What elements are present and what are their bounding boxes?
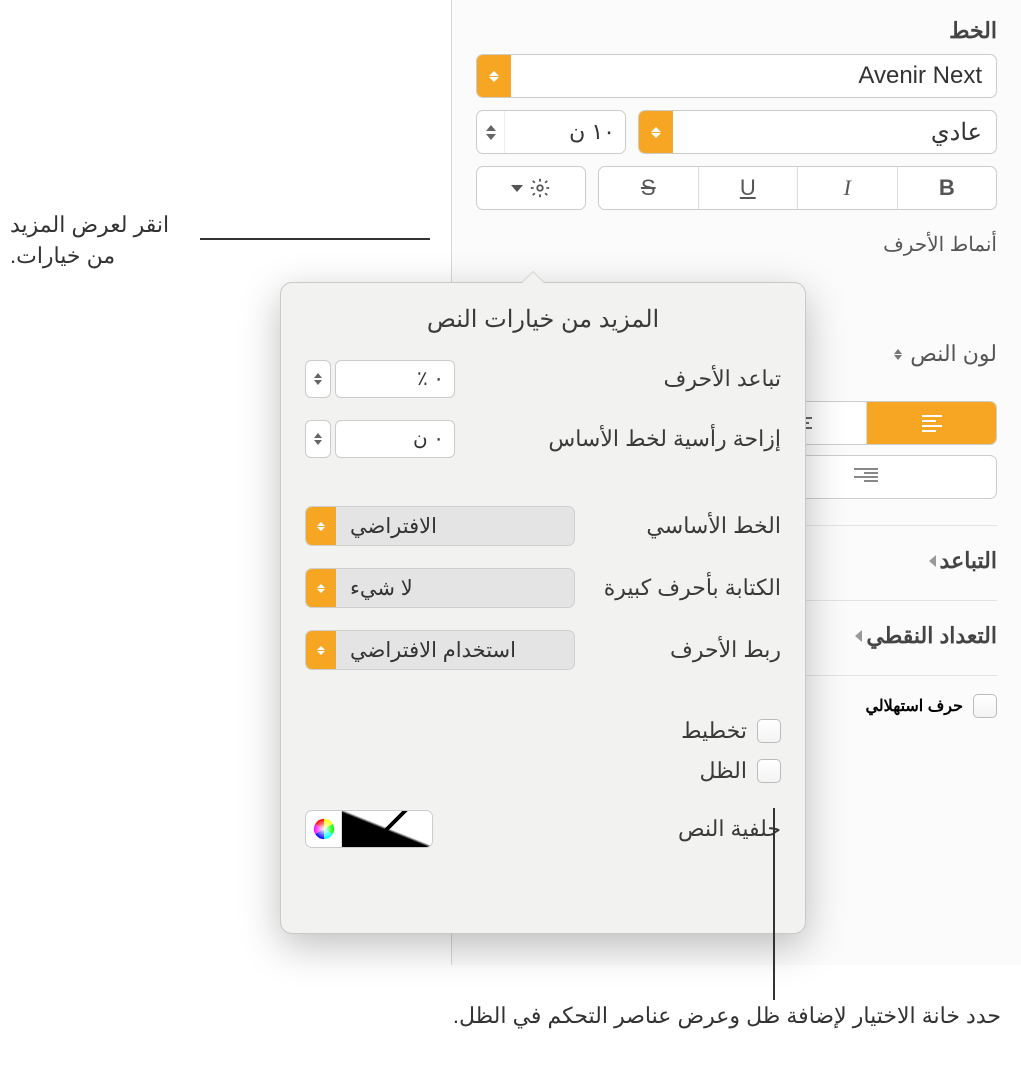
- dropdown-arrows-icon: [477, 55, 511, 97]
- callout-gear-text: انقر لعرض المزيد من خيارات.: [10, 210, 200, 272]
- dropdown-arrows-icon: [306, 631, 336, 669]
- caps-label: الكتابة بأحرف كبيرة: [604, 575, 781, 601]
- baseline-value: الافتراضي: [336, 514, 574, 539]
- font-weight-dropdown[interactable]: عادي: [638, 110, 997, 154]
- baseline-shift-label: إزاحة رأسية لخط الأساس: [548, 426, 781, 452]
- dropdown-arrows-icon: [639, 111, 673, 153]
- stepper-icon[interactable]: [305, 420, 331, 458]
- chevron-left-icon: [855, 630, 862, 642]
- font-weight-value: عادي: [673, 118, 996, 147]
- outline-checkbox[interactable]: [757, 719, 781, 743]
- ligatures-select[interactable]: استخدام الافتراضي: [305, 630, 575, 670]
- baseline-shift-value: ٠ ن: [335, 420, 455, 458]
- chevron-left-icon: [929, 555, 936, 567]
- chevron-down-icon: [511, 185, 523, 192]
- character-styles-label: أنماط الأحرف: [476, 232, 997, 257]
- callout-shadow-text: حدد خانة الاختيار لإضافة ظل وعرض عناصر ا…: [441, 1000, 1001, 1032]
- italic-button[interactable]: I: [797, 167, 897, 209]
- font-family-dropdown[interactable]: Avenir Next: [476, 54, 997, 98]
- color-swatch: [342, 811, 432, 847]
- ligatures-label: ربط الأحرف: [670, 637, 781, 663]
- stepper-icon[interactable]: [305, 360, 331, 398]
- dropdown-arrows-icon: [306, 507, 336, 545]
- align-right-button[interactable]: [866, 402, 996, 444]
- char-spacing-value: ٠ ٪: [335, 360, 455, 398]
- callout-leader-line: [773, 808, 775, 1000]
- text-background-label: خلفية النص: [678, 816, 781, 842]
- font-family-value: Avenir Next: [511, 62, 996, 90]
- underline-button[interactable]: U: [698, 167, 798, 209]
- shadow-row: الظل: [305, 758, 781, 784]
- ligatures-value: استخدام الافتراضي: [336, 638, 574, 663]
- char-spacing-field[interactable]: ٠ ٪: [305, 360, 455, 398]
- stepper-icon[interactable]: [894, 349, 902, 360]
- more-text-options-popover: المزيد من خيارات النص تباعد الأحرف ٠ ٪ إ…: [280, 282, 806, 934]
- outline-label: تخطيط: [681, 718, 747, 744]
- text-color-label: لون النص: [910, 341, 997, 367]
- caps-value: لا شيء: [336, 576, 574, 601]
- color-wheel-icon: [313, 818, 335, 840]
- caps-select[interactable]: لا شيء: [305, 568, 575, 608]
- gear-icon: [529, 177, 551, 199]
- char-spacing-label: تباعد الأحرف: [664, 366, 781, 392]
- dropcap-checkbox[interactable]: [973, 694, 997, 718]
- bullets-title: التعداد النقطي: [866, 623, 997, 649]
- font-size-value: ١٠ ن: [505, 119, 625, 145]
- bold-button[interactable]: B: [897, 167, 997, 209]
- strikethrough-button[interactable]: S: [599, 167, 698, 209]
- text-background-color-well[interactable]: [305, 810, 433, 848]
- callout-leader-line: [200, 238, 430, 240]
- spacing-title: التباعد: [940, 548, 997, 574]
- text-style-segment: B I U S: [598, 166, 997, 210]
- dropcap-label: حرف استهلالي: [865, 696, 963, 716]
- more-text-options-button[interactable]: [476, 166, 586, 210]
- dropdown-arrows-icon: [306, 569, 336, 607]
- color-wheel-button[interactable]: [306, 811, 342, 847]
- popover-title: المزيد من خيارات النص: [305, 305, 781, 334]
- font-section-title: الخط: [476, 18, 997, 44]
- stepper-icon[interactable]: [477, 111, 505, 153]
- shadow-label: الظل: [699, 758, 747, 784]
- font-size-field[interactable]: ١٠ ن: [476, 110, 626, 154]
- baseline-label: الخط الأساسي: [646, 513, 781, 539]
- shadow-checkbox[interactable]: [757, 759, 781, 783]
- outdent-icon: [854, 468, 878, 486]
- outline-row: تخطيط: [305, 718, 781, 744]
- baseline-shift-field[interactable]: ٠ ن: [305, 420, 455, 458]
- baseline-select[interactable]: الافتراضي: [305, 506, 575, 546]
